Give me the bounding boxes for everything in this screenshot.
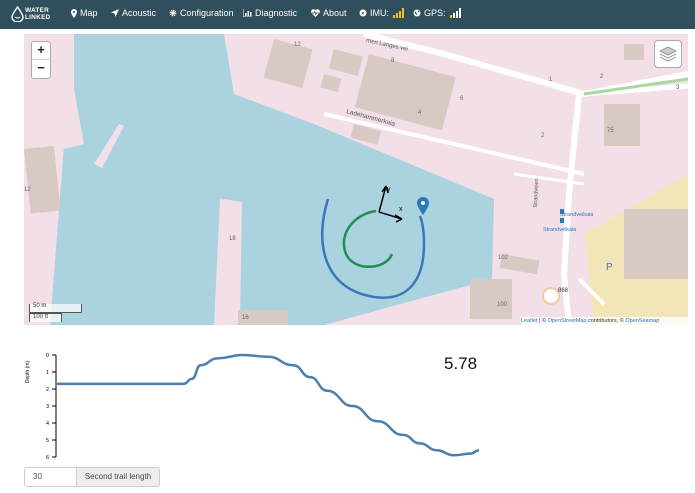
brand-line2: LINKED: [25, 13, 51, 21]
depth-chart: 0 1 2 3 4 5 6 Depth (m): [24, 340, 494, 468]
imu-status[interactable]: IMU:: [359, 8, 404, 18]
gps-signal-bar: [455, 11, 458, 18]
imu-signal-bars: [393, 8, 404, 18]
location-arrow-icon: [111, 9, 119, 17]
gps-signal-bar: [452, 13, 455, 18]
y-tick-label: 6: [46, 455, 49, 461]
y-tick-label: 1: [46, 370, 49, 376]
trail-length-input[interactable]: 30: [24, 467, 77, 487]
zoom-control: + −: [31, 41, 51, 79]
depth-series-line: [57, 353, 480, 457]
nav-diagnostic[interactable]: Diagnostic: [243, 8, 297, 18]
nav-map[interactable]: Map: [71, 8, 98, 18]
bus-stop-label: Strandveikaia: [543, 227, 577, 233]
gps-label: GPS:: [424, 8, 446, 18]
scale-imperial: 100 ft: [29, 313, 62, 322]
bus-stop-icon: [560, 209, 564, 214]
map-tiles: 12 8 6 4 2 1 2 3 75 18 16 102 100 12 men…: [24, 34, 688, 325]
map-attribution: Leaflet | © OpenStreetMap contributors, …: [521, 317, 688, 325]
house-number: 102: [498, 255, 509, 261]
imu-signal-bar: [402, 8, 404, 18]
y-tick-label: 5: [46, 438, 49, 444]
zoom-out-button[interactable]: −: [32, 60, 50, 77]
y-axis-label: y: [387, 186, 391, 193]
attribution-text: contributors, ©: [586, 318, 626, 324]
bus-stop-label: Strandveikaia: [560, 212, 594, 218]
scale-metric-label: 50 m: [33, 303, 47, 309]
parking-label: P: [606, 262, 613, 273]
openseamap-link[interactable]: OpenSeamap: [625, 318, 659, 324]
water-linked-logo[interactable]: WATER LINKED: [11, 5, 53, 24]
scale-imperial-label: 100 ft: [33, 314, 49, 320]
y-tick-label: 4: [46, 421, 49, 427]
house-number: 16: [242, 315, 249, 321]
current-depth-value: 5.78: [444, 354, 478, 373]
y-axis-title: Depth (m): [25, 361, 31, 384]
nav-about-label: About: [323, 8, 347, 18]
nav-configuration-label: Configuration: [180, 8, 234, 18]
map-view[interactable]: 12 8 6 4 2 1 2 3 75 18 16 102 100 12 men…: [24, 34, 688, 325]
imu-signal-bar: [393, 15, 395, 18]
gps-status[interactable]: GPS:: [413, 8, 461, 18]
house-number: 75: [607, 128, 614, 134]
street-label: Strandveien: [533, 178, 540, 208]
attribution-text: | ©: [537, 318, 548, 324]
scale-metric: 50 m: [29, 303, 82, 313]
gps-signal-bar: [449, 15, 452, 18]
y-tick-label: 0: [46, 353, 49, 359]
house-number: 100: [497, 302, 508, 308]
depth-chart-svg: 0 1 2 3 4 5 6 Depth (m): [25, 353, 480, 461]
y-tick-label: 3: [46, 404, 49, 410]
nav-acoustic-label: Acoustic: [122, 8, 157, 18]
layers-icon: [659, 46, 677, 62]
nav-diagnostic-label: Diagnostic: [255, 8, 298, 18]
nav-map-label: Map: [80, 8, 98, 18]
house-number: 12: [24, 187, 31, 193]
globe-icon: [413, 9, 421, 17]
imu-signal-bar: [396, 13, 398, 18]
nav-about[interactable]: About: [311, 8, 347, 18]
layers-button[interactable]: [654, 40, 682, 68]
gps-signal-bars: [449, 8, 461, 18]
y-tick-label: 2: [46, 387, 49, 393]
nav-configuration[interactable]: Configuration: [169, 8, 234, 18]
house-number: 12: [294, 42, 301, 48]
water-drop-icon: [11, 5, 24, 23]
nav-acoustic[interactable]: Acoustic: [111, 8, 156, 18]
x-axis-label: x: [399, 206, 403, 213]
zoom-in-button[interactable]: +: [32, 42, 50, 60]
bar-chart-icon: [243, 9, 252, 17]
bus-stop-icon: [560, 218, 564, 223]
leaflet-link[interactable]: Leaflet: [521, 318, 538, 324]
gps-signal-bar: [458, 8, 461, 18]
heartbeat-icon: [311, 9, 320, 17]
map-marker-icon: [71, 8, 77, 18]
gear-icon: [169, 9, 177, 17]
imu-signal-bar: [399, 11, 401, 18]
top-navbar: WATER LINKED Map Acoustic Configuration …: [0, 0, 695, 29]
compass-icon: [359, 9, 367, 17]
imu-label: IMU:: [370, 8, 389, 18]
house-number: 18: [229, 236, 236, 242]
osm-link[interactable]: OpenStreetMap: [548, 318, 587, 324]
road-number-label: 868: [558, 288, 569, 294]
trail-length-label: Second trail length: [77, 467, 160, 487]
